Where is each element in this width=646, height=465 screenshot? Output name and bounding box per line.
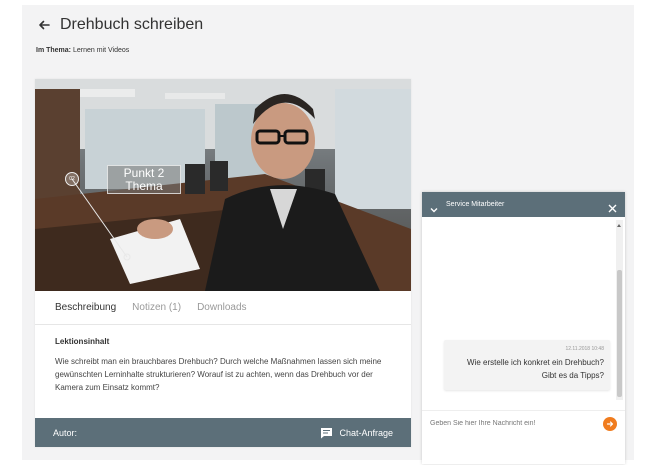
tab-notizen[interactable]: Notizen (1) bbox=[132, 302, 181, 313]
scroll-up-icon[interactable] bbox=[617, 224, 621, 227]
lesson-content: Lektionsinhalt Wie schreibt man ein brau… bbox=[55, 337, 395, 394]
chat-message: 12.11.2018 10:48 Wie erstelle ich konkre… bbox=[444, 340, 610, 390]
chevron-down-icon[interactable] bbox=[430, 201, 438, 212]
topic-label: Im Thema: bbox=[36, 47, 72, 54]
send-arrow-icon bbox=[606, 420, 614, 427]
tab-downloads[interactable]: Downloads bbox=[197, 302, 246, 313]
send-button[interactable] bbox=[603, 416, 617, 431]
chat-title: Service Mitarbeiter bbox=[446, 201, 505, 208]
topic-value: Lernen mit Videos bbox=[72, 47, 130, 54]
chat-scrollbar[interactable] bbox=[616, 220, 623, 400]
close-icon[interactable] bbox=[608, 200, 617, 213]
back-arrow-icon[interactable] bbox=[36, 17, 52, 33]
message-line1: Wie erstelle ich konkret ein Drehbuch? bbox=[467, 358, 604, 367]
video-frame-image bbox=[35, 79, 411, 291]
chat-bubble-icon bbox=[320, 427, 333, 439]
chat-panel: Service Mitarbeiter 12.11.2018 10:48 Wie… bbox=[422, 192, 625, 464]
page-header: Drehbuch schreiben bbox=[36, 16, 203, 34]
content-text: Wie schreibt man ein brauchbares Drehbuc… bbox=[55, 357, 382, 392]
author-label: Autor: bbox=[53, 427, 78, 438]
message-line2: Gibt es da Tipps? bbox=[541, 371, 604, 380]
lesson-footer: Autor: Chat-Anfrage bbox=[35, 418, 411, 447]
chat-message-input[interactable] bbox=[430, 420, 603, 427]
message-timestamp: 12.11.2018 10:48 bbox=[565, 346, 604, 352]
chat-request-button[interactable]: Chat-Anfrage bbox=[320, 427, 393, 439]
tab-beschreibung[interactable]: Beschreibung bbox=[55, 302, 116, 313]
lesson-tabs: Beschreibung Notizen (1) Downloads bbox=[35, 291, 411, 325]
overlay-line2: Thema bbox=[125, 179, 163, 193]
topic-line: Im Thema: Lernen mit Videos bbox=[36, 47, 129, 54]
chat-input-row bbox=[422, 410, 625, 436]
content-heading: Lektionsinhalt bbox=[55, 337, 110, 346]
video-player[interactable]: 02 Punkt 2 Thema bbox=[35, 79, 411, 291]
video-overlay-label: Punkt 2 Thema bbox=[107, 165, 181, 194]
hotspot-marker-label: 02 bbox=[69, 176, 75, 182]
chat-request-label: Chat-Anfrage bbox=[339, 427, 393, 438]
hotspot-marker[interactable]: 02 bbox=[65, 172, 79, 186]
chat-header: Service Mitarbeiter bbox=[422, 192, 625, 217]
chat-scroll-thumb[interactable] bbox=[617, 270, 622, 397]
lesson-card: 02 Punkt 2 Thema Beschreibung Notizen (1… bbox=[35, 79, 411, 447]
page-title: Drehbuch schreiben bbox=[60, 16, 204, 33]
